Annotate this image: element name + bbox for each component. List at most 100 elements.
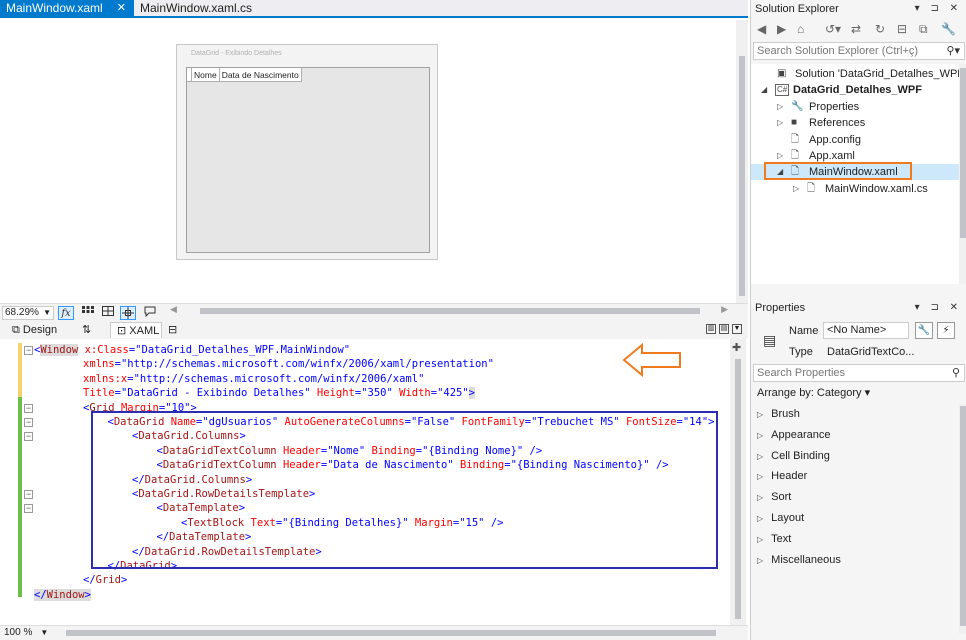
code-line[interactable]: <Window x:Class="DataGrid_Detalhes_WPF.M… <box>34 343 350 357</box>
window-preview[interactable]: DataGrid - Exibindo Detalhes Nome Data d… <box>176 44 438 260</box>
expand-icon[interactable]: ▷ <box>757 431 763 440</box>
properties-search-input[interactable]: Search Properties ⚲ <box>753 364 965 382</box>
code-line[interactable]: xmlns:x="http://schemas.microsoft.com/wi… <box>83 372 424 386</box>
wrench-icon[interactable]: 🔧 <box>915 322 933 339</box>
property-category-label: Header <box>771 470 808 483</box>
expand-icon[interactable]: ▷ <box>793 181 799 197</box>
properties-scrollbar[interactable] <box>959 404 966 634</box>
zoom-dropdown[interactable]: 68.29% ▼ <box>2 306 54 320</box>
designer-vertical-scrollbar[interactable] <box>736 20 748 303</box>
fold-toggle-icon[interactable]: − <box>24 432 33 442</box>
code-line[interactable]: xmlns="http://schemas.microsoft.com/winf… <box>83 357 494 371</box>
property-category[interactable]: ▷ Appearance <box>757 427 830 443</box>
property-category-label: Cell Binding <box>771 449 830 462</box>
fx-button[interactable]: fx <box>58 306 74 320</box>
snap-grid-icon[interactable] <box>100 306 116 320</box>
events-icon[interactable]: ⚡ <box>937 322 955 339</box>
code-zoom-dropdown[interactable]: 100 % ▼ <box>2 626 48 640</box>
datagrid-preview[interactable]: Nome Data de Nascimento <box>186 67 430 253</box>
property-category[interactable]: ▷ Cell Binding <box>757 448 830 464</box>
fold-toggle-icon[interactable]: − <box>24 418 33 427</box>
expand-icon[interactable]: ▷ <box>757 410 763 419</box>
designer-horizontal-scrollbar[interactable]: ◀ ▶ <box>170 304 728 316</box>
config-file-icon: 🗋 <box>791 133 800 145</box>
back-icon[interactable]: ◀ <box>757 22 766 36</box>
expand-icon[interactable]: ▷ <box>757 556 763 565</box>
solution-explorer-title: Solution Explorer <box>755 3 839 15</box>
property-category[interactable]: ▷ Layout <box>757 510 804 526</box>
home-icon[interactable]: ⌂ <box>797 22 804 36</box>
snap-lines-icon[interactable] <box>120 306 136 320</box>
history-icon[interactable]: ↺▾ <box>825 22 841 36</box>
vertical-split-icon[interactable]: ▥ <box>706 324 716 334</box>
collapse-icon[interactable]: ◢ <box>761 82 767 98</box>
scroll-thumb[interactable] <box>66 630 716 636</box>
tab-xaml[interactable]: ⊡ XAML <box>110 322 162 338</box>
solution-tree-scrollbar[interactable] <box>959 64 966 284</box>
tree-item-label: Properties <box>809 100 860 113</box>
horizontal-split-icon[interactable]: ▤ <box>719 324 729 334</box>
tab-mainwindow-xaml-cs[interactable]: MainWindow.xaml.cs <box>134 0 274 16</box>
forward-icon[interactable]: ▶ <box>777 22 786 36</box>
solution-explorer-window-buttons[interactable]: ▾ ⊐ ✕ <box>915 1 962 17</box>
name-field[interactable]: <No Name> <box>823 322 909 339</box>
refresh-icon[interactable]: ↻ <box>875 22 885 36</box>
datagrid-column-header[interactable]: Nome <box>192 68 220 81</box>
code-line[interactable]: Title="DataGrid - Exibindo Detalhes" Hei… <box>83 386 475 400</box>
swap-panes-icon[interactable]: ⇅ <box>82 322 91 338</box>
references-icon: ■ <box>791 117 798 129</box>
tree-item[interactable]: 🗋 App.config <box>751 132 959 148</box>
code-line[interactable]: </Window> <box>34 588 91 602</box>
scroll-right-icon[interactable]: ▶ <box>721 304 728 315</box>
properties-window-buttons[interactable]: ▾ ⊐ ✕ <box>915 300 962 316</box>
datagrid-column-header[interactable]: Data de Nascimento <box>220 68 302 81</box>
fold-toggle-icon[interactable]: − <box>24 504 33 514</box>
property-category[interactable]: ▷ Header <box>757 468 807 484</box>
property-category[interactable]: ▷ Miscellaneous <box>757 552 841 568</box>
tab-mainwindow-xaml[interactable]: MainWindow.xaml ✕ <box>0 0 134 16</box>
tab-label: MainWindow.xaml <box>6 1 103 15</box>
split-editor-icon[interactable]: ✚ <box>732 341 741 354</box>
properties-header: ▤ Name <No Name> 🔧 ⚡ Type DataGridTextCo… <box>751 322 966 364</box>
property-category[interactable]: ▷ Brush <box>757 406 800 422</box>
collapse-all-icon[interactable]: ⊟ <box>897 22 907 36</box>
expand-icon[interactable]: ▷ <box>757 472 763 481</box>
close-icon[interactable]: ✕ <box>117 0 126 16</box>
tree-item[interactable]: ▷ 🔧 Properties <box>751 99 959 115</box>
scroll-thumb[interactable] <box>960 68 966 238</box>
tab-design[interactable]: ⧉ Design <box>12 322 57 338</box>
expand-icon[interactable]: ▷ <box>757 514 763 523</box>
expand-icon[interactable]: ▷ <box>757 535 763 544</box>
fold-toggle-icon[interactable]: − <box>24 346 33 355</box>
tree-item[interactable]: ▣ Solution 'DataGrid_Detalhes_WPF' (1 pro… <box>751 66 959 82</box>
expand-icon[interactable]: ▷ <box>757 493 763 502</box>
code-vertical-scrollbar[interactable]: ✚ <box>730 339 746 625</box>
scroll-thumb[interactable] <box>200 308 700 314</box>
scroll-thumb[interactable] <box>960 406 966 626</box>
collapse-pane-icon[interactable]: ▼ <box>732 324 742 334</box>
expand-icon[interactable]: ▷ <box>777 115 783 131</box>
tree-item[interactable]: ◢ C# DataGrid_Detalhes_WPF <box>751 82 959 98</box>
expand-icon[interactable]: ▷ <box>777 99 783 115</box>
arrange-by-dropdown[interactable]: Arrange by: Category ▾ <box>757 386 870 399</box>
tree-item[interactable]: ▷ 🗋 MainWindow.xaml.cs <box>751 181 959 197</box>
code-horizontal-scrollbar[interactable] <box>60 629 726 637</box>
property-category[interactable]: ▷ Text <box>757 531 791 547</box>
properties-icon[interactable]: 🔧 <box>941 22 956 36</box>
code-line[interactable]: </Grid> <box>83 573 127 587</box>
pane-splitter[interactable] <box>751 290 966 298</box>
sync-icon[interactable]: ⇄ <box>851 22 861 36</box>
tree-item[interactable]: ▷ ■ References <box>751 115 959 131</box>
property-category[interactable]: ▷ Sort <box>757 489 791 505</box>
popout-icon[interactable]: ⊟ <box>168 322 177 338</box>
expand-icon[interactable]: ▷ <box>757 452 763 461</box>
fold-toggle-icon[interactable]: − <box>24 403 33 413</box>
grid-icon[interactable] <box>80 306 96 320</box>
scroll-thumb[interactable] <box>735 359 741 619</box>
solution-search-input[interactable]: Search Solution Explorer (Ctrl+ç) ⚲▾ <box>753 42 965 60</box>
scroll-thumb[interactable] <box>739 56 745 296</box>
annotation-icon[interactable] <box>142 306 158 320</box>
show-all-files-icon[interactable]: ⧉ <box>919 22 928 37</box>
scroll-left-icon[interactable]: ◀ <box>170 304 177 315</box>
fold-toggle-icon[interactable]: − <box>24 490 33 499</box>
